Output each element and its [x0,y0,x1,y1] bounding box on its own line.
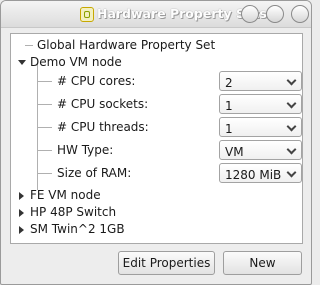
select-value: 1 [225,122,233,136]
property-row-cpu-cores: # CPU cores: 2 [11,71,302,91]
select-value: 1280 MiB [225,168,282,182]
minimize-button[interactable] [241,5,259,23]
new-button[interactable]: New [223,251,302,275]
expander-down-icon[interactable] [18,60,26,65]
cpu-sockets-select[interactable]: 1 [219,94,302,114]
cpu-cores-select[interactable]: 2 [219,71,302,91]
property-label: # CPU threads: [57,120,149,134]
tree-item-global[interactable]: Global Hardware Property Set [11,36,301,54]
property-label: # CPU sockets: [57,97,149,111]
tree-item-label: Global Hardware Property Set [37,38,216,52]
chevron-down-icon [286,75,297,86]
tree-item-fe-vm-node[interactable]: FE VM node [11,186,301,204]
hw-type-select[interactable]: VM [219,140,302,160]
tree-connector [25,45,33,46]
expander-right-icon[interactable] [19,192,24,200]
expander-right-icon[interactable] [19,209,24,217]
chevron-down-icon [286,98,297,109]
chevron-down-icon [286,167,297,178]
ram-size-select[interactable]: 1280 MiB [219,163,302,183]
title-bar[interactable]: Hardware Property Sets [1,1,311,28]
select-value: 2 [225,76,233,90]
tree-item-label: HP 48P Switch [30,205,117,219]
select-value: 1 [225,99,233,113]
tree-item-hp-48p-switch[interactable]: HP 48P Switch [11,203,301,221]
chevron-down-icon [286,121,297,132]
tree-item-label: FE VM node [30,188,101,202]
property-row-hw-type: HW Type: VM [11,140,302,160]
edit-properties-button[interactable]: Edit Properties [118,251,215,275]
chevron-down-icon [286,144,297,155]
tree-connector [38,127,52,128]
tree-connector [38,104,52,105]
app-icon [80,7,94,22]
tree-item-sm-twin[interactable]: SM Twin^2 1GB [11,220,301,238]
property-set-tree[interactable]: Global Hardware Property Set Demo VM nod… [10,33,303,244]
tree-item-label: SM Twin^2 1GB [30,222,125,236]
hardware-property-sets-window: Hardware Property Sets Global Hardware P… [0,0,312,285]
tree-connector [38,81,52,82]
property-label: HW Type: [57,143,114,157]
property-label: Size of RAM: [57,166,132,180]
tree-connector [38,173,52,174]
property-row-ram-size: Size of RAM: 1280 MiB [11,163,302,183]
maximize-button[interactable] [266,5,284,23]
cpu-threads-select[interactable]: 1 [219,117,302,137]
property-row-cpu-sockets: # CPU sockets: 1 [11,94,302,114]
tree-item-label: Demo VM node [30,55,122,69]
tree-item-demo-vm-node[interactable]: Demo VM node [11,53,301,71]
select-value: VM [225,145,244,159]
close-button[interactable] [291,5,309,23]
property-row-cpu-threads: # CPU threads: 1 [11,117,302,137]
tree-connector [38,150,52,151]
property-label: # CPU cores: [57,74,136,88]
expander-right-icon[interactable] [19,226,24,234]
